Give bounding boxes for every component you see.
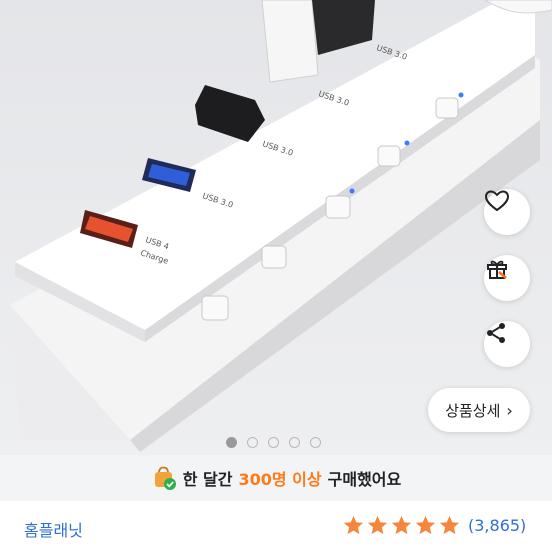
share-icon bbox=[487, 323, 505, 343]
brand-link[interactable]: 홈플래닛 bbox=[24, 517, 83, 541]
carousel-dot-2[interactable] bbox=[247, 437, 258, 448]
rating-stars[interactable] bbox=[342, 514, 461, 537]
heart-icon bbox=[485, 190, 509, 211]
product-detail-label: 상품상세 bbox=[445, 401, 501, 420]
purchase-count-banner: 한 달간 300명 이상 구매했어요 bbox=[0, 455, 552, 501]
like-button[interactable] bbox=[484, 189, 530, 235]
carousel-dot-3[interactable] bbox=[268, 437, 279, 448]
star-icon bbox=[439, 515, 460, 535]
review-count-link[interactable]: (3,865) bbox=[468, 516, 526, 535]
product-page: USB 3.0 USB 3.0 USB 3.0 USB 3.0 USB 4 Ch… bbox=[0, 0, 552, 552]
share-button[interactable] bbox=[484, 321, 530, 367]
star-icon bbox=[343, 515, 364, 535]
chevron-right-icon: › bbox=[506, 400, 513, 420]
banner-prefix: 한 달간 bbox=[182, 470, 233, 489]
banner-highlight: 300명 이상 bbox=[238, 470, 322, 489]
star-icon bbox=[391, 515, 412, 535]
carousel-dot-4[interactable] bbox=[289, 437, 300, 448]
product-detail-button[interactable]: 상품상세 › bbox=[428, 388, 530, 432]
gift-button[interactable] bbox=[484, 255, 530, 301]
star-icon bbox=[367, 515, 388, 535]
product-info-row: 홈플래닛 (3,865) bbox=[0, 501, 552, 552]
shopping-bag-check-icon bbox=[154, 466, 176, 490]
product-image-carousel[interactable]: USB 3.0 USB 3.0 USB 3.0 USB 3.0 USB 4 Ch… bbox=[0, 0, 552, 455]
carousel-dot-1[interactable] bbox=[226, 437, 237, 448]
banner-suffix: 구매했어요 bbox=[327, 470, 402, 489]
carousel-dot-5[interactable] bbox=[310, 437, 321, 448]
gift-icon bbox=[487, 260, 507, 279]
carousel-indicator bbox=[226, 437, 321, 448]
usb-hub-photo: USB 3.0 USB 3.0 USB 3.0 USB 3.0 USB 4 Ch… bbox=[0, 0, 552, 455]
star-icon bbox=[415, 515, 436, 535]
